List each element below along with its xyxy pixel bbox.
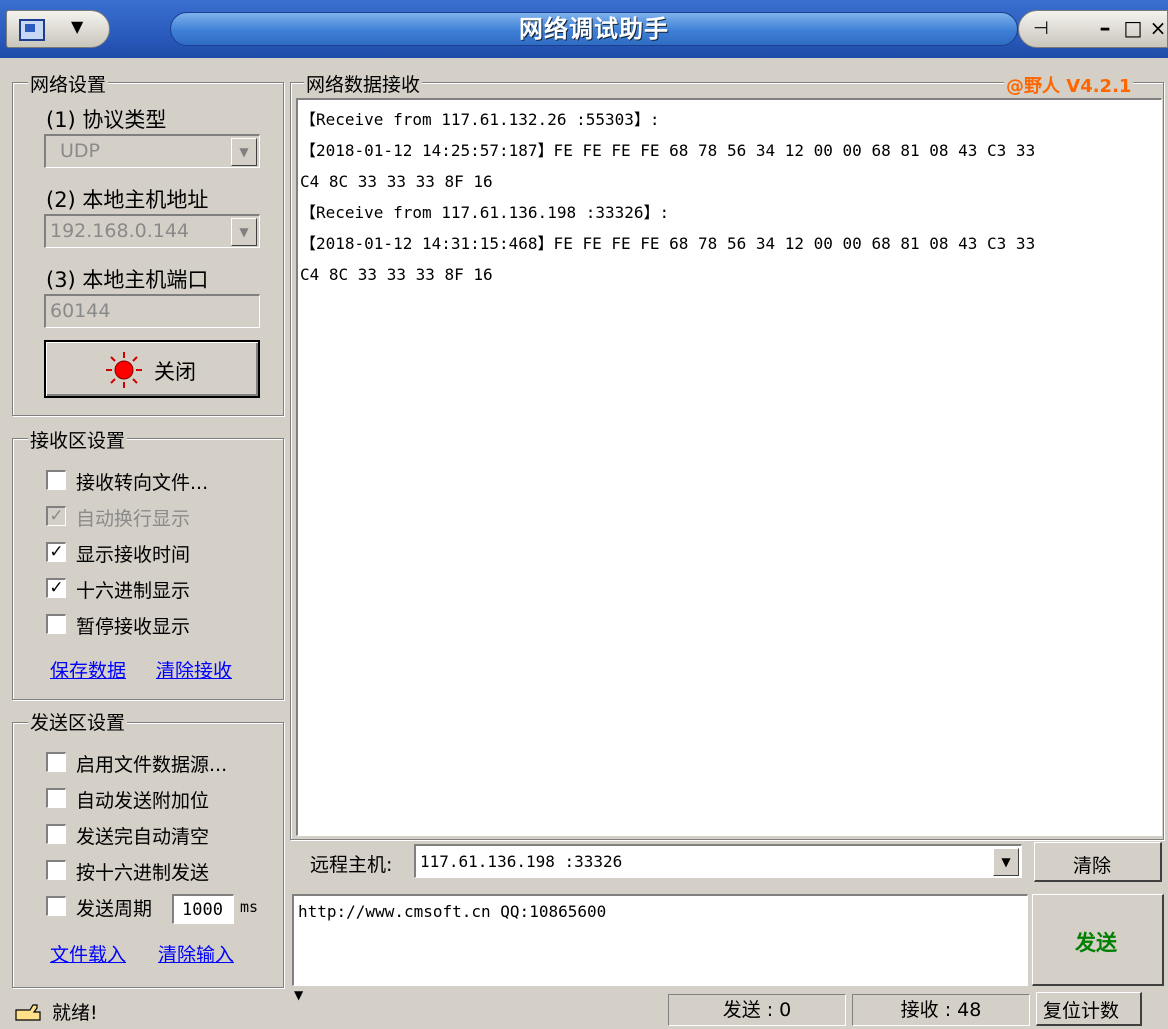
dropdown-arrow-icon[interactable]: ▼	[231, 218, 257, 246]
version-label: @野人 V4.2.1	[1004, 72, 1134, 98]
send-checkbox[interactable]	[46, 824, 66, 844]
chevron-down-icon: ▼	[71, 17, 84, 36]
send-textarea[interactable]: http://www.cmsoft.cn QQ:10865600	[292, 894, 1028, 986]
receive-line: 【Receive from 117.61.136.198 :33326】:	[300, 203, 670, 222]
receive-textarea[interactable]: 【Receive from 117.61.132.26 :55303】: 【201…	[296, 98, 1162, 836]
send-option-label: 启用文件数据源...	[76, 754, 228, 776]
pin-icon[interactable]: ⊣	[1026, 18, 1056, 42]
send-checkbox[interactable]	[46, 860, 66, 880]
network-settings-label: 网络设置	[28, 70, 109, 97]
receive-checkbox[interactable]: ✓	[46, 542, 66, 562]
hand-pointer-icon	[14, 1002, 42, 1024]
protocol-label: (1) 协议类型	[46, 108, 167, 132]
dropdown-arrow-icon[interactable]: ▼	[231, 138, 257, 166]
port-label: (3) 本地主机端口	[46, 268, 209, 292]
send-period-input[interactable]: 1000	[172, 894, 234, 924]
save-data-link[interactable]: 保存数据	[50, 656, 126, 683]
send-checkbox[interactable]	[46, 752, 66, 772]
receive-checkbox[interactable]: ✓	[46, 578, 66, 598]
send-button[interactable]: 发送	[1032, 894, 1164, 986]
receive-line: C4 8C 33 33 33 8F 16	[300, 265, 493, 284]
send-checkbox[interactable]	[46, 788, 66, 808]
receive-line: 【Receive from 117.61.132.26 :55303】:	[300, 110, 660, 129]
receive-line: 【2018-01-12 14:25:57:187】FE FE FE FE 68 …	[300, 141, 1036, 160]
status-ready: 就绪!	[52, 1002, 98, 1024]
send-option-label: 发送完自动清空	[76, 826, 210, 848]
close-connection-button[interactable]: 关闭	[44, 340, 260, 398]
port-value: 60144	[50, 300, 111, 322]
red-light-icon	[106, 352, 142, 388]
app-icon	[19, 19, 45, 41]
receive-line: 【2018-01-12 14:31:15:468】FE FE FE FE 68 …	[300, 234, 1036, 253]
clear-button-label: 清除	[1073, 855, 1112, 877]
close-button[interactable]: ×	[1148, 16, 1168, 42]
reset-count-label: 复位计数	[1043, 1000, 1120, 1022]
remote-host-label: 远程主机:	[310, 854, 393, 876]
receive-option-label: 十六进制显示	[76, 580, 191, 602]
system-menu-button[interactable]: ▼	[6, 10, 110, 48]
remote-host-value: 117.61.136.198 :33326	[420, 852, 623, 871]
load-file-link[interactable]: 文件载入	[50, 940, 126, 967]
send-period-value: 1000	[182, 900, 223, 920]
receive-option-label: 自动换行显示	[76, 508, 191, 530]
protocol-select[interactable]: UDP ▼	[44, 134, 260, 168]
send-option-label: 发送周期	[76, 898, 153, 920]
send-text: http://www.cmsoft.cn QQ:10865600	[298, 902, 607, 921]
host-value: 192.168.0.144	[50, 220, 190, 242]
receive-checkbox[interactable]	[46, 614, 66, 634]
send-settings-label: 发送区设置	[28, 708, 128, 735]
clear-button[interactable]: 清除	[1034, 842, 1162, 882]
window-title: 网络调试助手	[519, 15, 669, 43]
sent-counter: 发送 : 0	[668, 994, 846, 1026]
receive-option-label: 接收转向文件...	[76, 472, 209, 494]
host-label: (2) 本地主机地址	[46, 188, 209, 212]
dropdown-arrow-icon[interactable]: ▼	[993, 848, 1019, 876]
protocol-value: UDP	[60, 140, 100, 162]
send-period-unit: ms	[240, 898, 259, 916]
received-counter-text: 接收 : 48	[900, 999, 982, 1021]
receive-area-label: 网络数据接收	[304, 70, 423, 97]
close-connection-label: 关闭	[154, 360, 196, 384]
send-option-label: 自动发送附加位	[76, 790, 210, 812]
receive-option-label: 暂停接收显示	[76, 616, 191, 638]
receive-line: C4 8C 33 33 33 8F 16	[300, 172, 493, 191]
send-option-label: 按十六进制发送	[76, 862, 210, 884]
sent-counter-text: 发送 : 0	[722, 999, 792, 1021]
clear-receive-link[interactable]: 清除接收	[156, 656, 232, 683]
receive-settings-label: 接收区设置	[28, 426, 128, 453]
receive-content: 【Receive from 117.61.132.26 :55303】: 【201…	[298, 100, 1161, 294]
host-select[interactable]: 192.168.0.144 ▼	[44, 214, 260, 248]
received-counter: 接收 : 48	[852, 994, 1030, 1026]
minimize-button[interactable]: –	[1092, 16, 1118, 42]
receive-checkbox[interactable]: ✓	[46, 506, 66, 526]
receive-option-label: 显示接收时间	[76, 544, 191, 566]
remote-host-select[interactable]: 117.61.136.198 :33326 ▼	[414, 844, 1022, 878]
send-checkbox[interactable]	[46, 896, 66, 916]
clear-input-link[interactable]: 清除输入	[158, 940, 234, 967]
reset-count-button[interactable]: 复位计数	[1036, 992, 1142, 1026]
maximize-button[interactable]: □	[1120, 16, 1146, 42]
port-input[interactable]: 60144	[44, 294, 260, 328]
receive-checkbox[interactable]	[46, 470, 66, 490]
send-button-label: 发送	[1075, 931, 1117, 955]
status-arrow-icon: ▼	[294, 988, 304, 1002]
